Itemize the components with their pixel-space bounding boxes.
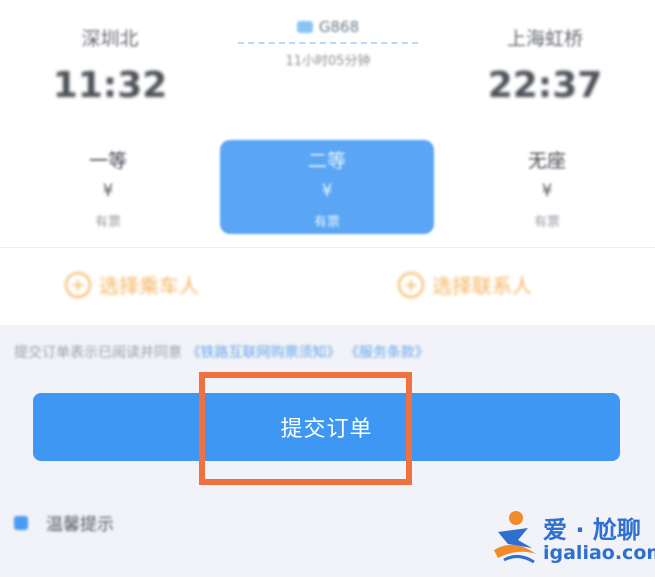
seat-option-second-class-selected[interactable]: 二等 ¥ 有票 xyxy=(220,140,434,234)
watermark-domain: igaliao.com xyxy=(543,542,655,564)
tips-title: 温馨提示 xyxy=(46,515,114,535)
ticket-rules-link[interactable]: 《铁路互联网购票须知》 xyxy=(186,345,340,361)
agreement-text: 提交订单表示已阅读并同意 xyxy=(14,345,182,361)
seat-option-no-seat[interactable]: 无座 ¥ 有票 xyxy=(487,140,607,234)
seat-price: ¥ xyxy=(321,181,333,201)
seat-type: 一等 xyxy=(88,150,127,172)
choose-passenger-label: 选择乘车人 xyxy=(99,274,199,298)
departure-time: 11:32 xyxy=(52,65,168,106)
plus-circle-icon: + xyxy=(398,271,424,298)
submit-order-button[interactable]: 提交订单 xyxy=(33,393,620,461)
train-line: G868 xyxy=(228,18,428,36)
departure-station-name: 深圳北 xyxy=(81,28,139,50)
route-line xyxy=(238,42,418,44)
plus-circle-icon: + xyxy=(65,271,91,298)
train-info: G868 11小时05分钟 xyxy=(228,18,428,69)
trip-card: 深圳北 11:32 G868 11小时05分钟 上海虹桥 22:37 一等 ¥ … xyxy=(0,0,655,325)
agreement-notice: 提交订单表示已阅读并同意 《铁路互联网购票须知》 《服务条款》 xyxy=(14,342,429,362)
arrival-station: 上海虹桥 22:37 xyxy=(485,24,605,106)
arrival-time: 22:37 xyxy=(487,65,603,106)
choose-passenger-button[interactable]: + 选择乘车人 xyxy=(65,270,199,299)
seat-availability: 有票 xyxy=(533,215,560,230)
departure-station: 深圳北 11:32 xyxy=(50,24,170,106)
seat-option-first-class[interactable]: 一等 ¥ 有票 xyxy=(48,140,168,234)
tips-section: 温馨提示 xyxy=(14,510,114,535)
seat-availability: 有票 xyxy=(94,215,121,230)
seat-type: 二等 xyxy=(307,150,346,172)
arrival-station-name: 上海虹桥 xyxy=(506,28,583,50)
train-number: G868 xyxy=(318,18,360,36)
watermark-title: 爱 · 尬聊 xyxy=(543,516,641,544)
trip-duration: 11小时05分钟 xyxy=(285,54,371,69)
seat-price: ¥ xyxy=(102,181,114,201)
tip-marker-icon xyxy=(14,515,28,530)
divider xyxy=(0,247,655,248)
choose-contact-button[interactable]: + 选择联系人 xyxy=(398,270,532,299)
seat-type: 无座 xyxy=(527,150,566,172)
choose-contact-label: 选择联系人 xyxy=(432,274,532,298)
watermark: 爱 · 尬聊 igaliao.com xyxy=(488,508,655,570)
watermark-logo-icon xyxy=(494,511,536,564)
seat-price: ¥ xyxy=(541,181,553,201)
train-icon xyxy=(296,21,313,33)
service-terms-link[interactable]: 《服务条款》 xyxy=(345,345,429,361)
submit-order-label: 提交订单 xyxy=(280,417,373,442)
seat-availability: 有票 xyxy=(313,215,340,230)
